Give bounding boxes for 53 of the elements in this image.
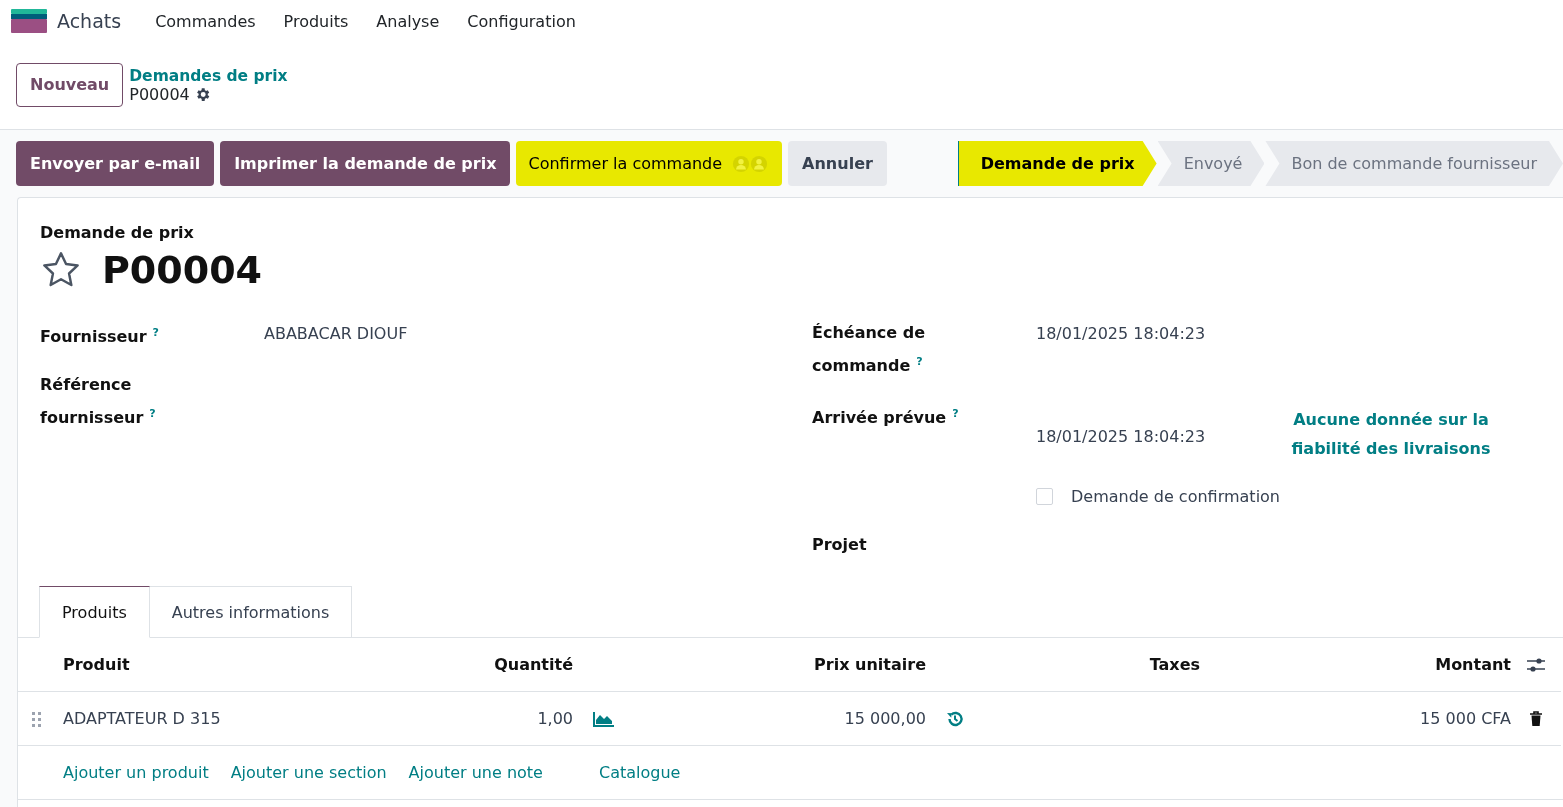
history-icon[interactable] (946, 709, 964, 728)
status-step[interactable]: Envoyé (1157, 141, 1265, 186)
help-tooltip-icon[interactable]: ? (916, 355, 923, 368)
action-button[interactable]: Envoyer par e-mail (16, 141, 215, 186)
column-header[interactable]: Quantité (494, 655, 573, 675)
table-cell: 1,00 (537, 709, 573, 729)
menu-item[interactable]: Configuration (453, 11, 590, 31)
add-line-link[interactable]: Ajouter une section (230, 763, 387, 783)
menu-item[interactable]: Commandes (141, 11, 270, 31)
field-label: Projet (812, 534, 868, 557)
drag-handle-icon[interactable] (31, 709, 43, 728)
action-button[interactable]: Confirmer la commande (516, 141, 783, 186)
field-value[interactable]: 18/01/2025 18:04:23 (1036, 318, 1206, 348)
add-line-link[interactable]: Catalogue (598, 763, 681, 783)
help-tooltip-icon[interactable]: ? (152, 326, 159, 339)
add-line-link[interactable]: Ajouter un produit (63, 763, 209, 783)
column-header[interactable]: Taxes (1149, 655, 1200, 675)
help-tooltip-icon[interactable]: ? (149, 407, 156, 421)
area-chart-icon[interactable] (593, 710, 615, 727)
column-settings-icon[interactable] (1526, 656, 1546, 673)
checkbox-label: Demande de confirmation (1071, 487, 1280, 507)
field-label: Fournisseur $^{?}$ (40, 325, 160, 349)
trash-icon[interactable] (1529, 710, 1543, 727)
table-cell: ADAPTATEUR D 315 (63, 709, 221, 729)
app-logo-icon[interactable] (11, 9, 47, 33)
field-value[interactable]: ABABACAR DIOUF (264, 318, 408, 348)
field-value[interactable]: 18/01/2025 18:04:23 (1036, 399, 1206, 452)
table-cell: 15 000,00 (844, 709, 926, 729)
column-header[interactable]: Montant (1435, 655, 1511, 675)
table-cell: 15 000 CFA (1420, 709, 1511, 729)
field-label: Arrivée prévue $^{?}$ (812, 406, 960, 430)
tab[interactable]: Produits (39, 586, 150, 639)
breadcrumb-current: P00004 (129, 85, 190, 104)
record-title: P00004 (102, 248, 263, 292)
action-button[interactable]: Annuler (788, 141, 887, 186)
delivery-reliability-note: Aucune donnée sur la fiabilité des livraisons (1291, 409, 1491, 461)
field-label: Référence fournisseur $^{?}$ (40, 374, 157, 430)
new-button[interactable]: Nouveau (16, 62, 124, 107)
column-header[interactable]: Produit (63, 655, 130, 675)
tab[interactable]: Autres informations (149, 586, 353, 638)
record-type: Demande de prix (40, 223, 195, 242)
help-tooltip-icon[interactable]: ? (952, 407, 959, 421)
breadcrumb-link[interactable]: Demandes de prix (129, 67, 288, 85)
status-step[interactable]: Demande de prix (957, 141, 1157, 186)
action-button[interactable]: Imprimer la demande de prix (220, 141, 511, 186)
field-label: Échéance de commande $^{?}$ (812, 322, 927, 378)
checkbox[interactable] (1036, 488, 1053, 506)
column-header[interactable]: Prix unitaire (814, 655, 926, 675)
status-step[interactable]: Bon de commande fournisseur (1265, 141, 1563, 186)
menu-item[interactable]: Produits (269, 11, 363, 31)
add-line-link[interactable]: Ajouter une note (408, 763, 543, 783)
menu-item[interactable]: Analyse (362, 11, 454, 31)
app-name[interactable]: Achats (57, 10, 122, 32)
